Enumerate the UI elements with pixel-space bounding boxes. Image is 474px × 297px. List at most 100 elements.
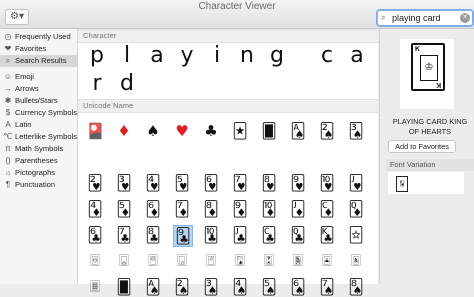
playing-card-cell[interactable]: 🂢 [318,121,336,141]
search-character[interactable]: a [342,43,372,68]
playing-card-cell[interactable]: 🃍 [347,199,365,219]
playing-card-cell[interactable]: 🂶 [202,173,220,193]
playing-card-cell[interactable]: 🃨 [173,251,191,271]
playing-card-cell[interactable]: 🂺 [318,173,336,193]
heart-icon: ❤ [4,44,12,53]
font-variation-item[interactable]: 🂾 [396,176,408,192]
playing-card-cell[interactable]: 🃬 [289,251,307,271]
playing-card-cell[interactable]: 🃇 [173,199,191,219]
playing-card-cell[interactable]: 🂷 [231,173,249,193]
sidebar-item-emoji[interactable]: ☺ Emoji [0,71,77,83]
playing-card-cell[interactable]: 🃞 [318,225,336,245]
playing-card-cell[interactable]: 🃦 [115,251,133,271]
search-character[interactable]: i [202,43,232,68]
sidebar-item-label: Bullets/Stars [15,96,58,105]
playing-card-cell[interactable]: 🃗 [115,225,133,245]
sidebar-item-bullets-stars[interactable]: ✱ Bullets/Stars [0,95,77,107]
playing-card-cell[interactable]: 🃄 [86,199,104,219]
sidebar-item-latin[interactable]: A Latin [0,119,77,131]
symbol-cell[interactable]: ♣ [202,121,220,141]
search-input[interactable]: playing card [392,11,441,25]
playing-card-cell[interactable]: 🂻 [347,173,365,193]
search-character[interactable]: a [142,43,172,68]
playing-card-cell[interactable]: 🂹 [289,173,307,193]
playing-card-cell[interactable]: 🃩 [202,251,220,271]
search-field[interactable]: ⌕ playing card ✕ [376,9,474,27]
playing-card-cell[interactable]: 🃪 [231,251,249,271]
font-variation-header[interactable]: Font Variation [386,159,474,171]
playing-card-cell[interactable]: 🃟 [347,225,365,245]
playing-card-cell[interactable]: 🃅 [115,199,133,219]
playing-card-cell[interactable]: 🂲 [86,173,104,193]
playing-card-cell[interactable]: 🃧 [144,251,162,271]
search-character[interactable]: r [82,71,112,96]
playing-card-cell[interactable]: 🃜 [260,225,278,245]
playing-card-cell[interactable]: 🃭 [318,251,336,271]
search-character[interactable]: n [232,43,262,68]
search-character[interactable]: c [312,43,342,68]
playing-card-cell[interactable]: 🂣 [347,121,365,141]
sidebar-item-math-symbols[interactable]: π Math Symbols [0,143,77,155]
symbol-cell[interactable]: ♥ [173,121,191,141]
playing-card-cell[interactable]: 🃚 [202,225,220,245]
playing-card-cell[interactable]: 🂨 [347,277,365,297]
sidebar-item-parentheses[interactable]: () Parentheses [0,155,77,167]
playing-card-cell[interactable]: 🂢 [173,277,191,297]
search-character[interactable]: p [82,43,112,68]
symbol-cell[interactable]: 🎴 [86,121,105,141]
playing-card-cell[interactable]: 🃆 [144,199,162,219]
playing-card-cell[interactable]: 🃈 [202,199,220,219]
search-character[interactable]: y [172,43,202,68]
punctuation-icon: ¶ [5,180,11,189]
sidebar-item-frequently-used[interactable]: ◷ Frequently Used [0,31,77,43]
search-character[interactable]: g [262,43,292,68]
playing-card-cell[interactable]: 🃖 [86,225,104,245]
pane-divider[interactable] [379,29,380,284]
playing-card-cell[interactable]: 🂳 [115,173,133,193]
playing-card-cell[interactable]: 🂠 [260,121,278,141]
playing-card-cell[interactable]: 🃌 [318,199,336,219]
playing-card-cell[interactable]: 🃙 [173,225,193,247]
playing-card-cell[interactable]: 🃵 [86,277,104,297]
clear-search-icon[interactable]: ✕ [460,13,470,23]
playing-card-cell[interactable]: 🂴 [144,173,162,193]
playing-card-cell[interactable]: 🂤 [231,277,249,297]
playing-card-cell[interactable]: 🂡 [289,121,307,141]
playing-card-cell[interactable]: 🃉 [231,199,249,219]
add-to-favorites-button[interactable]: Add to Favorites [388,140,456,153]
playing-card-cell[interactable]: 🂣 [202,277,220,297]
clock-icon: ◷ [4,32,12,41]
sidebar-item-letterlike-symbols[interactable]: ℃ Letterlike Symbols [0,131,78,143]
sidebar-item-label: Pictographs [15,168,56,177]
sidebar-item-label: Frequently Used [15,32,71,41]
sidebar-item-search-results[interactable]: ⌕ Search Results [0,55,77,67]
playing-card-cell[interactable]: 🃘 [144,225,162,245]
sidebar-item-currency-symbols[interactable]: $ Currency Symbols [0,107,77,119]
sidebar-item-label: Latin [15,120,32,129]
playing-card-cell[interactable]: 🂸 [260,173,278,193]
playing-card-cell[interactable]: 🃛 [231,225,249,245]
playing-card-cell[interactable]: 🂠 [115,277,133,297]
symbol-cell[interactable]: ♦ [115,121,133,141]
playing-card-cell[interactable]: 🂦 [289,277,307,297]
sidebar-item-pictographs[interactable]: ☼ Pictographs [0,167,77,179]
gear-menu-button[interactable]: ⚙▾ [5,9,29,25]
sidebar-item-punctuation[interactable]: ¶ Punctuation [0,179,77,191]
playing-card-cell[interactable]: 🃫 [260,251,278,271]
symbol-cell[interactable]: 🃏 [231,121,249,141]
arrow-icon: → [4,84,12,93]
symbol-cell[interactable]: ♠ [144,121,162,141]
playing-card-cell[interactable]: 🂵 [173,173,191,193]
playing-card-cell[interactable]: 🃝 [289,225,307,245]
sidebar-item-arrows[interactable]: → Arrows [0,83,77,95]
playing-card-cell[interactable]: 🃮 [347,251,365,271]
sidebar-item-favorites[interactable]: ❤ Favorites [0,43,77,55]
playing-card-cell[interactable]: 🂡 [144,277,162,297]
search-character[interactable]: l [112,43,142,68]
playing-card-cell[interactable]: 🂧 [318,277,336,297]
playing-card-cell[interactable]: 🃋 [289,199,307,219]
playing-card-cell[interactable]: 🂥 [260,277,278,297]
playing-card-cell[interactable]: 🃊 [260,199,278,219]
playing-card-cell[interactable]: 🃥 [86,251,104,271]
search-character[interactable]: d [112,71,142,96]
